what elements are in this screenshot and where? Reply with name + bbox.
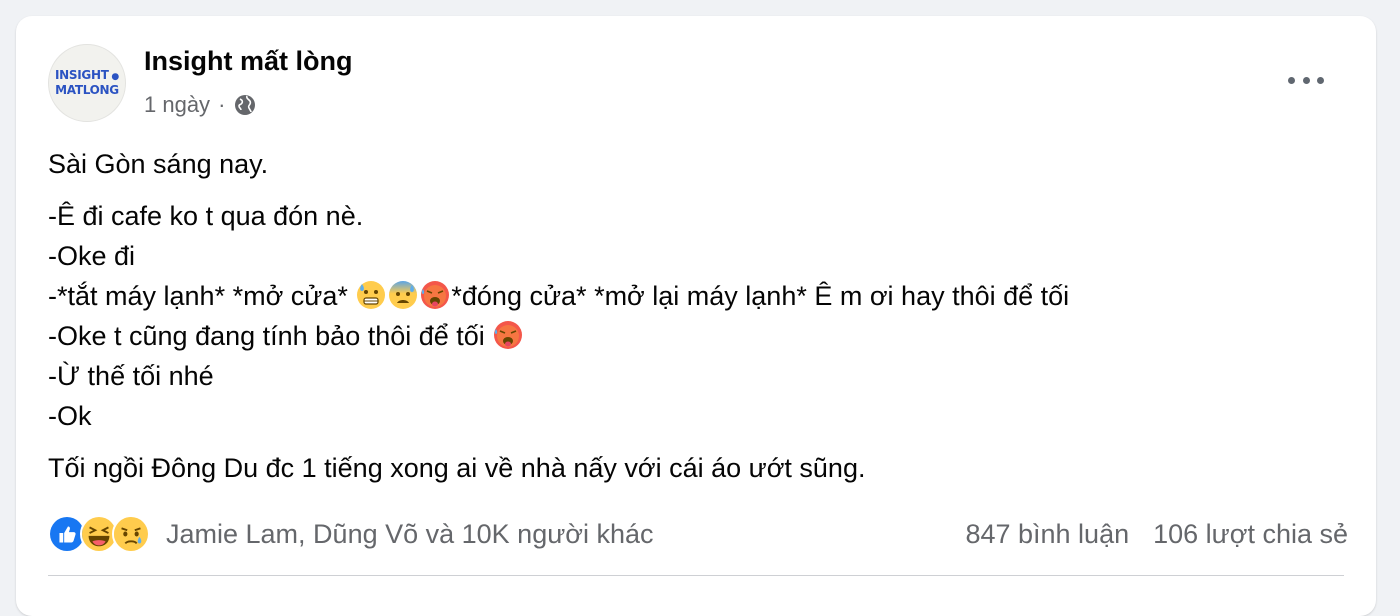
meta-separator: · (218, 92, 226, 117)
avatar-text-line1: INSIGHT ● (55, 68, 119, 83)
grimacing-sweat-icon (357, 281, 386, 309)
hot-face-icon (494, 321, 523, 349)
dot-icon (1317, 76, 1324, 84)
engagement-counts: 847 bình luận 106 lượt chia sẻ (965, 519, 1348, 550)
dialog-line: -*tắt máy lạnh* *mở cửa* *đóng cửa* *mở … (48, 276, 1348, 316)
dot-icon (1288, 76, 1295, 84)
post-card: INSIGHT ● MATLONG Insight mất lòng 1 ngà… (16, 16, 1376, 616)
hot-face-icon (421, 281, 450, 309)
post-time[interactable]: 1 ngày (144, 92, 210, 118)
dot-icon (1302, 76, 1310, 84)
avatar-text-line2: MATLONG (55, 83, 119, 97)
dialog-line: -Ok (48, 401, 92, 431)
reactors-link[interactable]: Jamie Lam, Dũng Võ và 10K người khác (166, 519, 654, 550)
page-name-link[interactable]: Insight mất lòng (144, 46, 353, 77)
dialog-line-part: -Oke t cũng đang tính bảo thôi để tối (48, 321, 493, 351)
avatar[interactable]: INSIGHT ● MATLONG (48, 44, 126, 122)
post-paragraph: Tối ngồi Đông Du đc 1 tiếng xong ai về n… (48, 453, 866, 483)
dialog-line: -Ê đi cafe ko t qua đón nè. (48, 201, 364, 231)
post-text: Sài Gòn sáng nay. -Ê đi cafe ko t qua đó… (48, 144, 1348, 488)
shares-count-link[interactable]: 106 lượt chia sẻ (1153, 519, 1348, 550)
reaction-icons[interactable] (48, 515, 150, 553)
dialog-line-part: -*tắt máy lạnh* *mở cửa* (48, 281, 356, 311)
dialog-line-part: *đóng cửa* *mở lại máy lạnh* Ê m ơi hay … (451, 281, 1070, 311)
more-options-button[interactable] (1288, 68, 1324, 92)
post-paragraph: Sài Gòn sáng nay. (48, 149, 269, 179)
sad-icon (112, 515, 150, 553)
divider (48, 575, 1344, 576)
comments-count-link[interactable]: 847 bình luận (965, 519, 1129, 550)
reactions-bar: Jamie Lam, Dũng Võ và 10K người khác 847… (48, 512, 1348, 556)
dialog-line: -Ừ thế tối nhé (48, 361, 214, 391)
dialog-line: -Oke đi (48, 241, 136, 271)
globe-icon[interactable] (233, 93, 257, 117)
post-meta: 1 ngày · (144, 92, 257, 118)
anxious-sweat-icon (389, 281, 418, 309)
dialog-line: -Oke t cũng đang tính bảo thôi để tối (48, 316, 1348, 356)
